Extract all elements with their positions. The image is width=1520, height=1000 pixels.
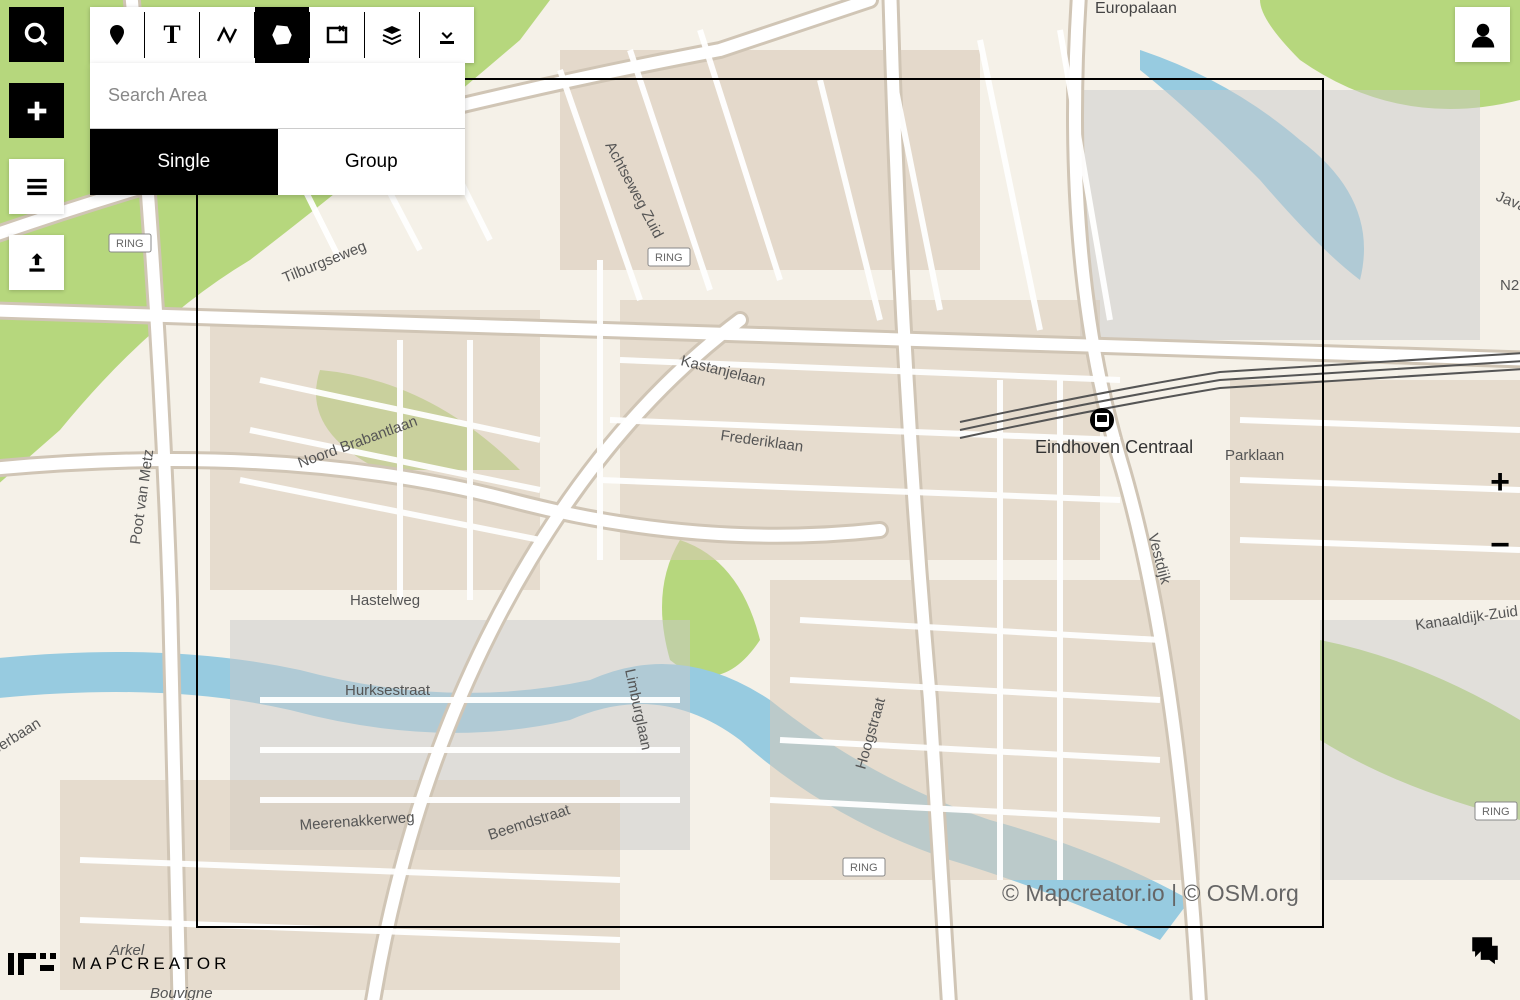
- station-label: Eindhoven Centraal: [1035, 437, 1193, 457]
- upload-button[interactable]: [9, 235, 64, 290]
- user-icon: [1468, 20, 1498, 50]
- road-label: Hastelweg: [350, 592, 420, 609]
- search-icon: [23, 21, 51, 49]
- logo-mark-icon: [8, 953, 58, 975]
- search-area-input[interactable]: [90, 63, 465, 129]
- svg-text:RING: RING: [116, 238, 144, 250]
- ring-badge: RING: [648, 248, 690, 266]
- line-icon: [215, 23, 239, 47]
- tool-text[interactable]: T: [145, 7, 199, 63]
- download-icon: [435, 23, 459, 47]
- menu-button[interactable]: [9, 159, 64, 214]
- tab-single[interactable]: Single: [90, 129, 278, 195]
- brand-name: MAPCREATOR: [72, 954, 230, 974]
- road-label: Hurksestraat: [345, 682, 431, 699]
- zoom-out-button[interactable]: −: [1490, 526, 1510, 565]
- ring-badge: RING: [1475, 802, 1517, 820]
- zoom-in-button[interactable]: +: [1490, 463, 1510, 502]
- svg-text:RING: RING: [1482, 806, 1510, 818]
- road-label: Europalaan: [1095, 0, 1177, 17]
- marker-icon: [105, 23, 129, 47]
- user-menu-button[interactable]: [1455, 7, 1510, 62]
- road-label: Parklaan: [1225, 447, 1284, 464]
- brand-logo: MAPCREATOR: [8, 953, 230, 975]
- tool-bounds[interactable]: [310, 7, 364, 63]
- menu-icon: [24, 174, 50, 200]
- chat-button[interactable]: [1468, 933, 1502, 975]
- road-label: Bouvigne: [150, 985, 213, 1000]
- area-search-panel: Single Group: [90, 63, 465, 195]
- layers-icon: [380, 23, 404, 47]
- upload-icon: [24, 250, 50, 276]
- area-icon: [269, 22, 295, 48]
- tool-download[interactable]: [420, 7, 474, 63]
- tool-layers[interactable]: [365, 7, 419, 63]
- ring-badge: RING: [109, 234, 151, 252]
- text-icon: T: [163, 20, 180, 50]
- tool-toolbar: T: [90, 7, 474, 63]
- chat-icon: [1468, 933, 1502, 967]
- search-button[interactable]: [9, 7, 64, 62]
- plus-icon: [23, 97, 51, 125]
- svg-text:RING: RING: [850, 862, 878, 874]
- map-attribution: © Mapcreator.io | © OSM.org: [1002, 880, 1299, 907]
- svg-text:RING: RING: [655, 252, 683, 264]
- ring-badge: RING: [843, 858, 885, 876]
- tab-group[interactable]: Group: [278, 129, 466, 195]
- tool-marker[interactable]: [90, 7, 144, 63]
- road-label: N270: [1500, 277, 1520, 294]
- tool-line[interactable]: [200, 7, 254, 63]
- bounds-icon: [325, 23, 349, 47]
- tool-area[interactable]: [255, 7, 309, 63]
- add-button[interactable]: [9, 83, 64, 138]
